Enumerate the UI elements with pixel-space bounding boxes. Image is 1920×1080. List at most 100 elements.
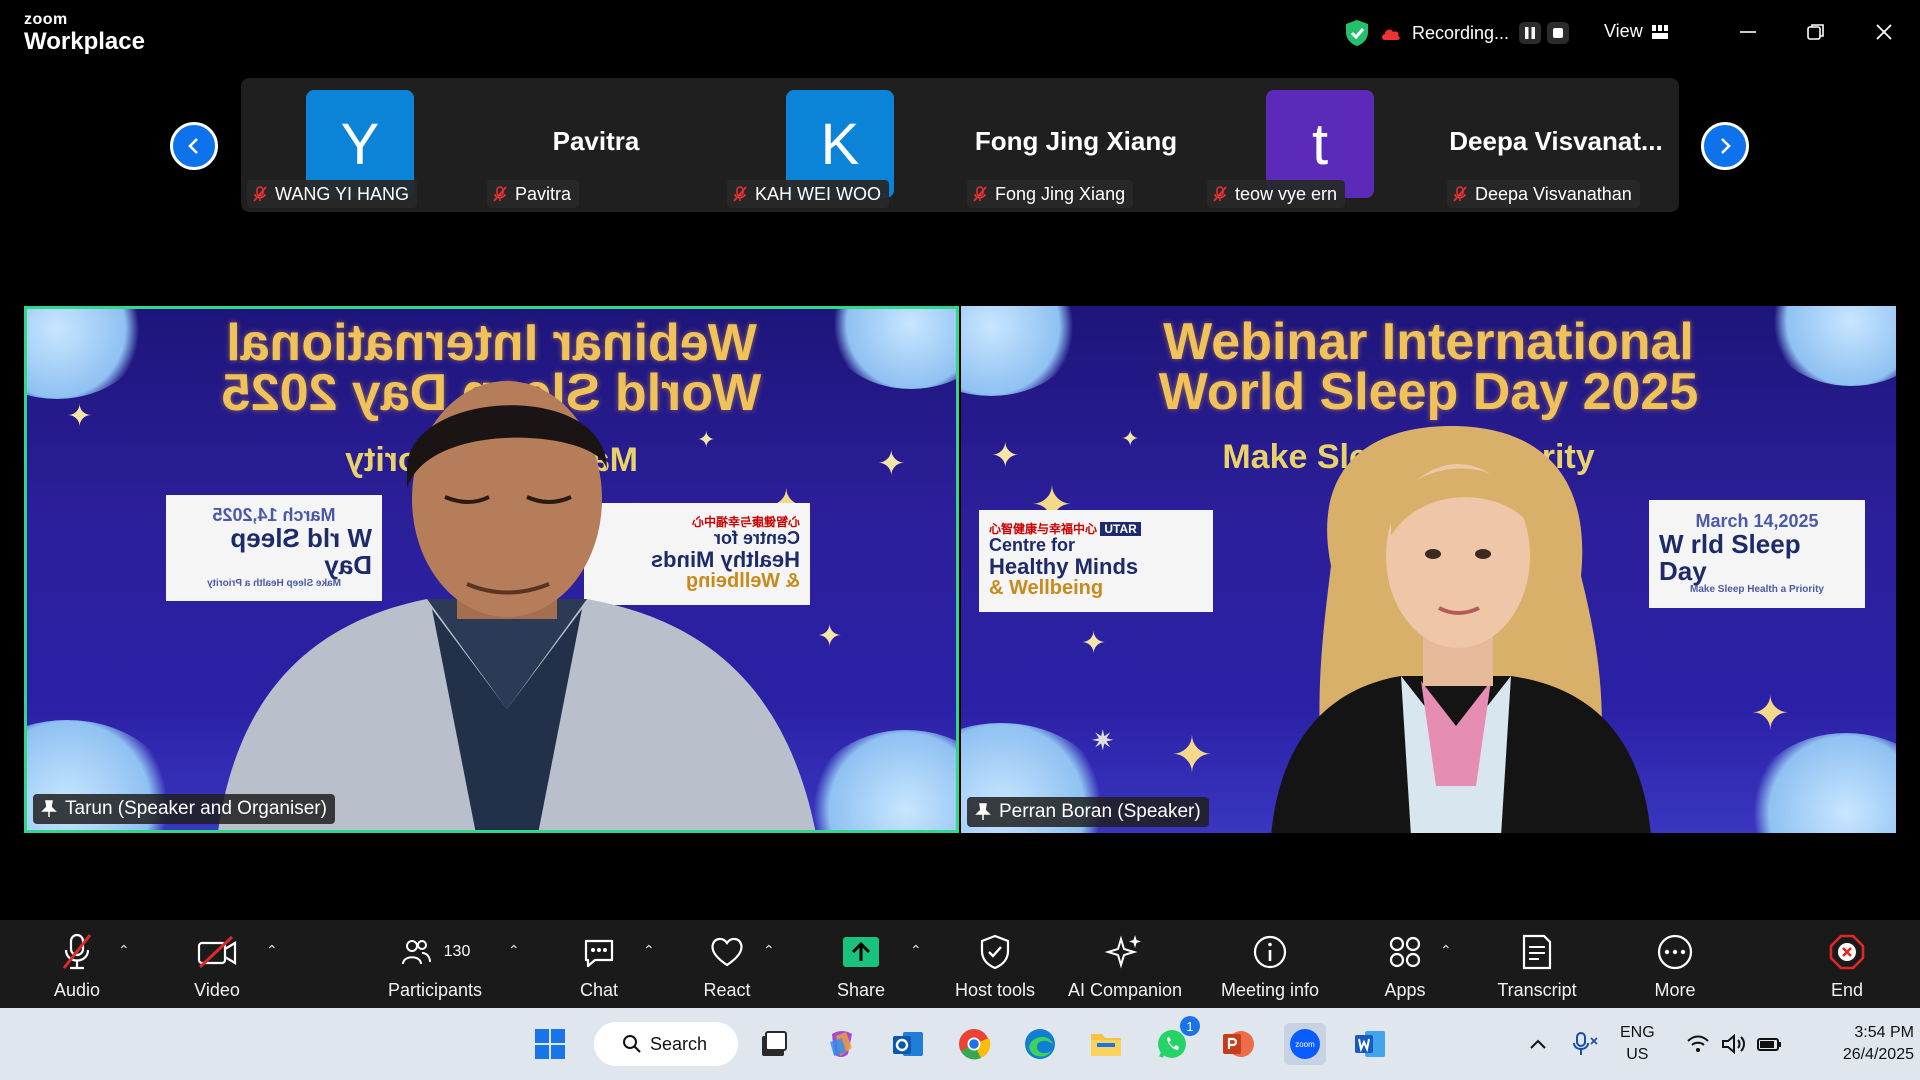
transcript-button[interactable]: Transcript	[1472, 930, 1602, 1001]
recording-label: Recording...	[1412, 22, 1510, 43]
apps-button[interactable]: Apps	[1340, 930, 1470, 1001]
info-icon	[1253, 935, 1287, 969]
video-tile-active-speaker[interactable]: ✦ ✦ ✦ ✦ ✦ ✷ Webinar International World …	[24, 306, 959, 833]
video-tile-speaker[interactable]: ✦ ✦ ✦ ✦ ✦ ✷ ✦ ✦ Webinar International Wo…	[961, 306, 1896, 833]
audio-label: Audio	[53, 980, 101, 1000]
whatsapp-icon[interactable]: 1	[1154, 1016, 1200, 1062]
previous-page-button[interactable]	[170, 122, 218, 170]
apps-label: Apps	[1384, 980, 1426, 1000]
participant-tile[interactable]: Y WANG YI HANG	[241, 78, 471, 212]
end-meeting-button[interactable]: End	[1782, 930, 1912, 1001]
more-button[interactable]: More	[1610, 930, 1740, 1001]
restore-button[interactable]	[1796, 14, 1836, 50]
transcript-icon	[1522, 934, 1552, 970]
zoom-taskbar-icon[interactable]: zoom	[1284, 1023, 1326, 1065]
windows-taskbar: Search 1 zoom ENG US 3:54 PM 26/4/2025	[0, 1008, 1920, 1080]
participant-name-tag: teow vye ern	[1207, 180, 1346, 208]
star-decoration: ✦	[1081, 627, 1107, 660]
ai-companion-button[interactable]: AI Companion	[1060, 930, 1190, 1001]
outlook-icon[interactable]	[890, 1026, 926, 1062]
audio-options-caret[interactable]: ⌃	[118, 942, 130, 959]
edge-icon[interactable]	[1022, 1026, 1058, 1062]
word-icon[interactable]	[1352, 1026, 1388, 1062]
participant-tile[interactable]: K KAH WEI WOO	[721, 78, 951, 212]
participant-name: Deepa Visvanathan	[1475, 183, 1632, 204]
participants-icon	[401, 940, 431, 965]
encryption-shield-icon[interactable]	[1344, 19, 1370, 47]
share-button[interactable]: Share	[796, 930, 926, 1001]
video-button[interactable]: Video	[152, 930, 282, 1001]
stop-recording-button[interactable]	[1547, 22, 1570, 44]
view-label: View	[1604, 21, 1643, 41]
participants-options-caret[interactable]: ⌃	[508, 942, 520, 959]
clock-date: 26/4/2025	[1842, 1046, 1914, 1063]
powerpoint-glyph	[1223, 1031, 1254, 1057]
taskbar-search[interactable]: Search	[594, 1022, 738, 1066]
share-options-caret[interactable]: ⌃	[910, 942, 922, 959]
chat-options-caret[interactable]: ⌃	[643, 942, 655, 959]
participant-tile[interactable]: t teow vye ern	[1201, 78, 1431, 212]
copilot-glyph	[830, 1031, 852, 1057]
minimize-button[interactable]	[1728, 14, 1768, 50]
apps-options-caret[interactable]: ⌃	[1440, 942, 1452, 959]
wifi-icon[interactable]	[1680, 1026, 1716, 1062]
copilot-icon[interactable]	[824, 1026, 860, 1062]
chrome-icon[interactable]	[956, 1026, 992, 1062]
brand-large: Workplace	[24, 28, 145, 55]
search-label: Search	[650, 1033, 708, 1054]
show-hidden-icons-button[interactable]	[1520, 1026, 1556, 1062]
participant-display-name: Fong Jing Xiang	[974, 126, 1178, 156]
search-icon	[623, 1035, 641, 1053]
next-page-button[interactable]	[1701, 122, 1749, 170]
mic-muted-icon	[1453, 186, 1467, 202]
pause-icon	[1525, 27, 1536, 39]
mic-muted-icon	[973, 186, 987, 202]
banner-title-line2: World Sleep Day 2025	[1158, 363, 1699, 421]
react-options-caret[interactable]: ⌃	[763, 942, 775, 959]
task-view-glyph	[762, 1031, 787, 1056]
host-tools-button[interactable]: Host tools	[930, 930, 1060, 1001]
zoom-workplace-logo: zoom Workplace	[24, 12, 145, 54]
participant-strip: Y WANG YI HANG Pavitra Pavitra K KAH WEI…	[241, 78, 1679, 212]
video-options-caret[interactable]: ⌃	[266, 942, 278, 959]
meeting-info-button[interactable]: Meeting info	[1205, 930, 1335, 1001]
wsd-name: W rld Sleep Day	[1659, 528, 1801, 587]
pin-icon	[41, 800, 57, 817]
participant-name-tag: Perran Boran (Speaker)	[967, 797, 1209, 827]
speaker-glyph	[1722, 1033, 1745, 1055]
participants-button[interactable]: 130 Participants	[370, 930, 500, 1001]
powerpoint-icon[interactable]	[1220, 1026, 1256, 1062]
centre-line1: Centre for	[989, 534, 1076, 555]
language-indicator[interactable]: ENG US	[1620, 1022, 1655, 1066]
end-label: End	[1830, 980, 1864, 1000]
participant-name-tag: Fong Jing Xiang	[967, 180, 1134, 208]
mic-in-use-icon[interactable]	[1568, 1026, 1604, 1062]
task-view-icon[interactable]	[756, 1026, 792, 1062]
svg-text:zoom: zoom	[1295, 1040, 1315, 1049]
close-button[interactable]	[1864, 14, 1904, 50]
react-button[interactable]: React	[662, 930, 792, 1001]
clock[interactable]: 3:54 PM 26/4/2025	[1804, 1022, 1914, 1066]
volume-icon[interactable]	[1716, 1026, 1752, 1062]
close-icon	[1876, 24, 1892, 40]
outlook-glyph	[893, 1032, 923, 1056]
windows-start-button[interactable]	[532, 1026, 568, 1062]
clock-time: 3:54 PM	[1854, 1024, 1914, 1041]
chat-button[interactable]: Chat	[534, 930, 664, 1001]
chat-icon	[584, 939, 614, 968]
participant-tile[interactable]: Fong Jing Xiang Fong Jing Xiang	[961, 78, 1191, 212]
view-button[interactable]: View	[1604, 21, 1669, 42]
pause-recording-button[interactable]	[1519, 22, 1542, 44]
participant-name-tag: WANG YI HANG	[247, 180, 418, 208]
participant-tile[interactable]: Deepa Visvanat... Deepa Visvanathan	[1441, 78, 1671, 212]
speaker-name: Tarun (Speaker and Organiser)	[65, 798, 327, 819]
mic-muted-icon	[733, 186, 747, 202]
file-explorer-icon[interactable]	[1088, 1026, 1124, 1062]
participant-tile[interactable]: Pavitra Pavitra	[481, 78, 711, 212]
wsd-tag: Make Sleep Health a Priority	[1690, 584, 1824, 596]
react-label: React	[703, 980, 751, 1000]
audio-button[interactable]: Audio	[12, 930, 142, 1001]
chrome-glyph	[959, 1029, 991, 1060]
battery-icon[interactable]	[1752, 1026, 1788, 1062]
centre-line2: Healthy Minds	[989, 553, 1139, 579]
